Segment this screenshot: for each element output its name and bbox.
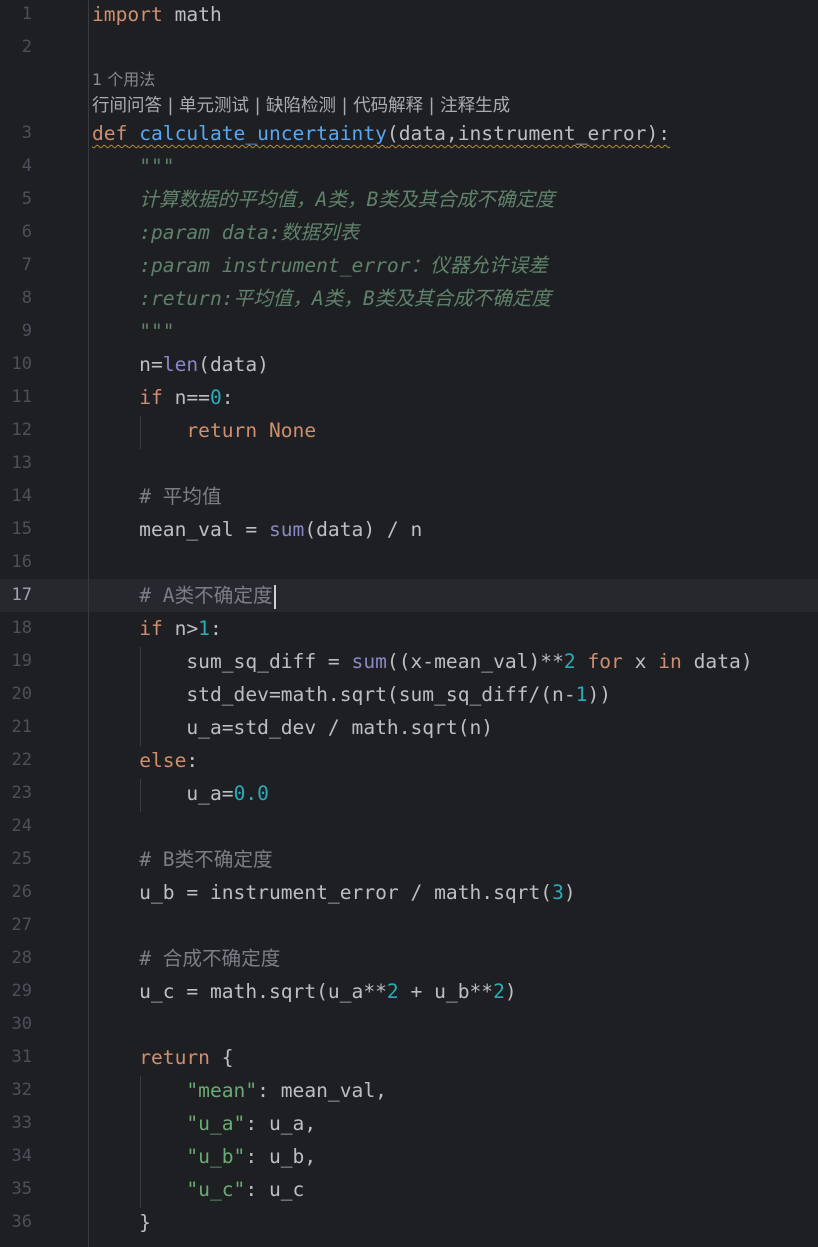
code-line[interactable]: """ bbox=[92, 315, 174, 348]
code-line[interactable]: def calculate_uncertainty(data,instrumen… bbox=[92, 117, 670, 150]
code-line[interactable]: "mean": mean_val, bbox=[92, 1074, 387, 1107]
indent-guide bbox=[140, 416, 141, 449]
code-line[interactable]: n=len(data) bbox=[92, 348, 269, 381]
text-caret bbox=[273, 584, 276, 609]
code-line[interactable]: "u_c": u_c bbox=[92, 1173, 304, 1206]
line-number: 16 bbox=[11, 552, 32, 572]
code-line[interactable]: "u_b": u_b, bbox=[92, 1140, 316, 1173]
usages-hint[interactable]: 1 个用法 bbox=[92, 67, 155, 93]
code-line[interactable]: sum_sq_diff = sum((x-mean_val)**2 for x … bbox=[92, 645, 752, 678]
code-line[interactable]: u_a=std_dev / math.sqrt(n) bbox=[92, 711, 493, 744]
code-line[interactable]: if n>1: bbox=[92, 612, 222, 645]
line-number: 32 bbox=[11, 1080, 32, 1100]
line-number: 27 bbox=[11, 915, 32, 935]
line-number: 24 bbox=[11, 816, 32, 836]
line-number: 26 bbox=[11, 882, 32, 902]
line-number: 6 bbox=[21, 222, 32, 242]
code-line[interactable]: return { bbox=[92, 1041, 233, 1074]
line-number: 13 bbox=[11, 453, 32, 473]
line-number: 34 bbox=[11, 1146, 32, 1166]
code-line[interactable]: # B类不确定度 bbox=[92, 843, 272, 876]
line-number: 30 bbox=[11, 1014, 32, 1034]
code-line[interactable]: std_dev=math.sqrt(sum_sq_diff/(n-1)) bbox=[92, 678, 611, 711]
line-number: 8 bbox=[21, 288, 32, 308]
line-number: 9 bbox=[21, 321, 32, 341]
code-line[interactable]: :param data:数据列表 bbox=[92, 216, 359, 249]
code-line[interactable]: } bbox=[92, 1206, 151, 1239]
code-line[interactable]: # A类不确定度 bbox=[92, 579, 276, 612]
line-number: 2 bbox=[21, 37, 32, 57]
line-number: 21 bbox=[11, 717, 32, 737]
indent-guide bbox=[140, 779, 141, 812]
line-number: 18 bbox=[11, 618, 32, 638]
line-number: 12 bbox=[11, 420, 32, 440]
line-number: 28 bbox=[11, 948, 32, 968]
code-line[interactable]: u_c = math.sqrt(u_a**2 + u_b**2) bbox=[92, 975, 517, 1008]
code-line[interactable]: import math bbox=[92, 0, 222, 31]
line-number: 19 bbox=[11, 651, 32, 671]
line-number: 15 bbox=[11, 519, 32, 539]
line-number: 1 bbox=[21, 4, 32, 24]
line-number: 31 bbox=[11, 1047, 32, 1067]
line-number: 36 bbox=[11, 1212, 32, 1232]
code-line[interactable]: if n==0: bbox=[92, 381, 233, 414]
line-number: 10 bbox=[11, 354, 32, 374]
line-number: 3 bbox=[21, 123, 32, 143]
line-number: 11 bbox=[11, 387, 32, 407]
code-line[interactable]: mean_val = sum(data) / n bbox=[92, 513, 422, 546]
line-number: 20 bbox=[11, 684, 32, 704]
line-number: 35 bbox=[11, 1179, 32, 1199]
line-number: 14 bbox=[11, 486, 32, 506]
line-number: 7 bbox=[21, 255, 32, 275]
code-line[interactable]: 计算数据的平均值，A类，B类及其合成不确定度 bbox=[92, 183, 554, 216]
ai-actions-inlay[interactable]: 行间问答 | 单元测试 | 缺陷检测 | 代码解释 | 注释生成 bbox=[92, 93, 510, 119]
code-line[interactable]: :param instrument_error：仪器允许误差 bbox=[92, 249, 547, 282]
line-number: 4 bbox=[21, 156, 32, 176]
indent-guide bbox=[140, 1076, 141, 1208]
line-number: 25 bbox=[11, 849, 32, 869]
line-number: 23 bbox=[11, 783, 32, 803]
gutter-divider bbox=[88, 0, 89, 1247]
code-line[interactable]: u_a=0.0 bbox=[92, 777, 269, 810]
code-line[interactable]: return None bbox=[92, 414, 316, 447]
code-line[interactable]: """ bbox=[92, 150, 174, 183]
code-line[interactable]: else: bbox=[92, 744, 198, 777]
line-number: 17 bbox=[11, 585, 32, 605]
code-line[interactable]: # 合成不确定度 bbox=[92, 942, 280, 975]
line-number: 29 bbox=[11, 981, 32, 1001]
code-editor[interactable]: 1 2 3 4 5 6 7 8 9 10 11 12 13 14 15 16 17 18 19 20 21 22 23 24 2… bbox=[0, 0, 818, 1247]
code-line[interactable]: "u_a": u_a, bbox=[92, 1107, 316, 1140]
line-number: 33 bbox=[11, 1113, 32, 1133]
code-line[interactable]: # 平均值 bbox=[92, 480, 221, 513]
line-number: 5 bbox=[21, 189, 32, 209]
code-line[interactable]: :return:平均值，A类，B类及其合成不确定度 bbox=[92, 282, 551, 315]
code-line[interactable]: u_b = instrument_error / math.sqrt(3) bbox=[92, 876, 575, 909]
indent-guide bbox=[140, 647, 141, 746]
line-number: 22 bbox=[11, 750, 32, 770]
